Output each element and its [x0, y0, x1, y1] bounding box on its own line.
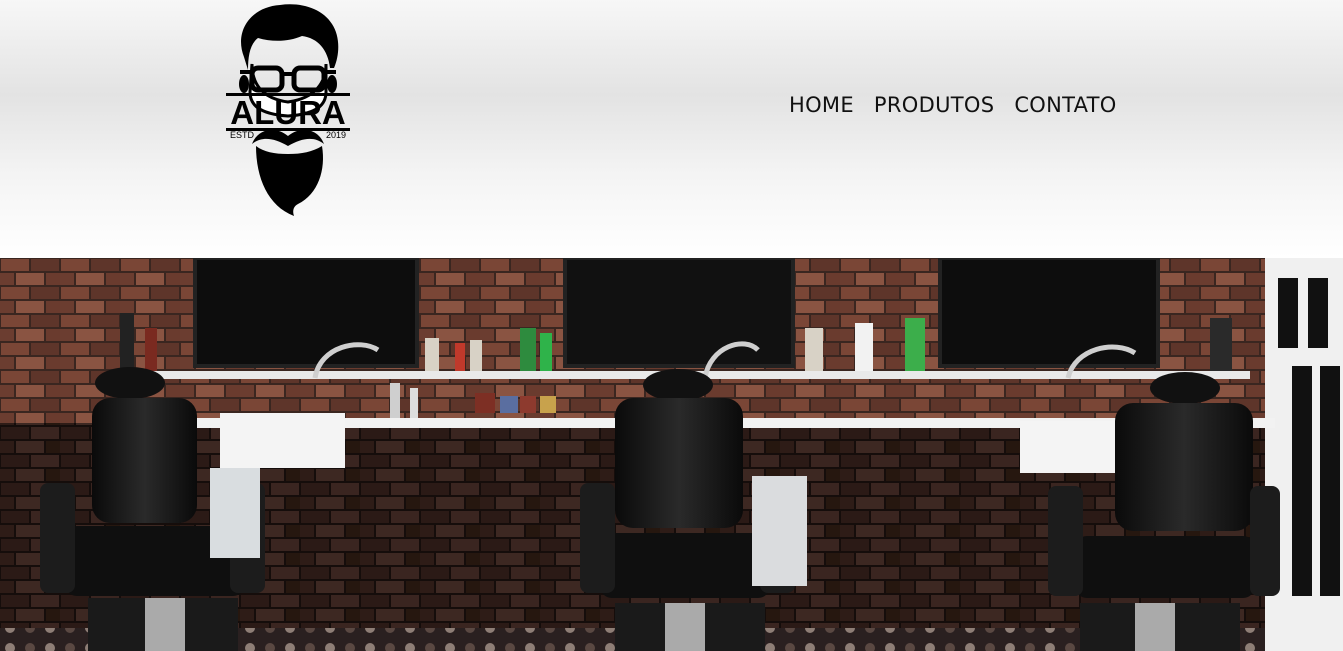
- main-nav: HOME PRODUTOS CONTATO: [789, 92, 1137, 118]
- alura-logo[interactable]: ALURA ESTD 2019: [222, 2, 354, 220]
- nav-home-link[interactable]: HOME: [789, 92, 854, 118]
- logo-estd: ESTD: [230, 130, 255, 140]
- nav-contato-link[interactable]: CONTATO: [1014, 92, 1116, 118]
- nav-produtos-link[interactable]: PRODUTOS: [874, 92, 994, 118]
- barbershop-banner: [0, 258, 1343, 651]
- site-header: ALURA ESTD 2019 HOME PRODUTOS CONTATO: [0, 0, 1343, 258]
- logo-name: ALURA: [230, 94, 345, 131]
- barbershop-photo: [0, 258, 1343, 651]
- logo-year: 2019: [326, 130, 346, 140]
